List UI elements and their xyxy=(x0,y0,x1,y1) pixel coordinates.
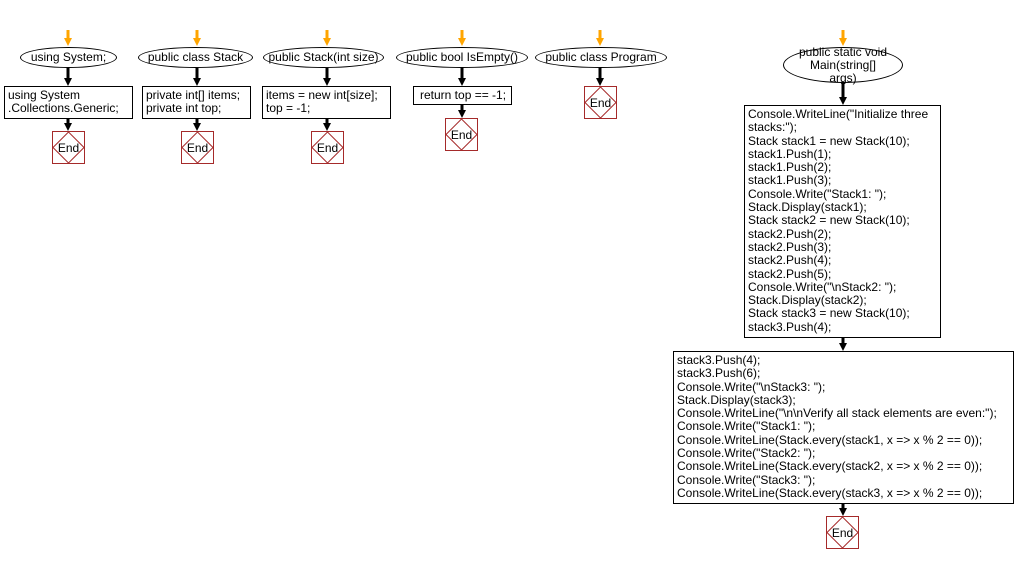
end-label: End xyxy=(186,141,209,155)
code-line: private int[] items; xyxy=(146,88,241,102)
start-arrow-icon xyxy=(64,30,72,46)
process-box-isempty: return top == -1; xyxy=(413,86,512,105)
end-node: End xyxy=(584,86,617,119)
start-arrow-icon xyxy=(458,30,466,46)
code-line: .Collections.Generic; xyxy=(8,101,119,116)
flow-arrow-icon xyxy=(323,118,331,131)
process-box-constructor: items = new int[size]; top = -1; xyxy=(262,86,391,119)
code-line: Stack stack1 = new Stack(10); xyxy=(748,133,910,148)
code-line: Console.Write("Stack3: "); xyxy=(677,472,816,487)
process-box-using: using System .Collections.Generic; xyxy=(4,86,133,119)
code-line: return top == -1; xyxy=(420,88,507,102)
flow-arrow-icon xyxy=(458,104,466,118)
flow-arrow-icon xyxy=(64,68,72,86)
process-box-main-1: Console.WriteLine("Initialize three stack… xyxy=(744,105,941,338)
flow-arrow-icon xyxy=(193,68,201,86)
process-box-main-2: stack3.Push(4); stack3.Push(6); Console.Wr… xyxy=(673,351,1014,504)
end-node: End xyxy=(445,118,478,151)
flow-arrow-icon xyxy=(596,68,604,86)
start-arrow-icon xyxy=(323,30,331,46)
code-line: Stack.Display(stack1); xyxy=(748,200,867,215)
code-line: stack2.Push(4); xyxy=(748,253,832,268)
start-node-constructor: public Stack(int size) xyxy=(263,47,384,68)
code-line: Console.Write("\nStack2: "); xyxy=(748,279,897,294)
code-line: Console.Write("Stack1: "); xyxy=(677,419,816,434)
end-label: End xyxy=(316,141,339,155)
start-node-main: public static void Main(string[] args) xyxy=(783,45,903,84)
code-line: stack1.Push(2); xyxy=(748,160,832,175)
end-label: End xyxy=(831,526,854,540)
code-line: Console.WriteLine(Stack.every(stack3, x … xyxy=(677,485,983,500)
code-line: stack1.Push(3); xyxy=(748,173,832,188)
code-line: stacks:"); xyxy=(748,120,797,135)
code-line: stack1.Push(1); xyxy=(748,146,832,161)
code-line: Stack.Display(stack3); xyxy=(677,392,796,407)
start-node-program: public class Program xyxy=(535,47,667,68)
start-arrow-icon xyxy=(193,30,201,46)
flow-arrow-icon xyxy=(839,337,847,351)
end-label: End xyxy=(450,128,473,142)
code-line: Console.WriteLine("\n\nVerify all stack … xyxy=(677,406,997,421)
end-node: End xyxy=(826,516,859,549)
flowchart: using System; using System .Collections.G… xyxy=(0,0,1014,564)
code-line: stack2.Push(2); xyxy=(748,226,832,241)
end-node: End xyxy=(311,131,344,164)
code-line: Console.WriteLine("Initialize three xyxy=(748,107,929,121)
code-line: stack3.Push(6); xyxy=(677,366,761,381)
code-line: top = -1; xyxy=(266,101,311,116)
code-line: Console.WriteLine(Stack.every(stack2, x … xyxy=(677,459,983,474)
end-node: End xyxy=(181,131,214,164)
process-box-fields: private int[] items; private int top; xyxy=(142,86,251,119)
code-line: Console.WriteLine(Stack.every(stack1, x … xyxy=(677,432,983,447)
code-line: private int top; xyxy=(146,101,222,116)
start-arrow-icon xyxy=(596,30,604,46)
end-node: End xyxy=(52,131,85,164)
end-label: End xyxy=(57,141,80,155)
code-line: using System xyxy=(8,88,81,102)
flow-arrow-icon xyxy=(64,118,72,131)
code-line: items = new int[size]; xyxy=(266,88,378,102)
start-arrow-icon xyxy=(839,30,847,46)
start-node-class-stack: public class Stack xyxy=(138,47,253,68)
code-line: Stack.Display(stack2); xyxy=(748,293,867,308)
code-line: stack3.Push(4); xyxy=(748,319,832,334)
start-node-using-system: using System; xyxy=(20,47,117,68)
code-line: Console.Write("\nStack3: "); xyxy=(677,379,826,394)
code-line: Console.Write("Stack1: "); xyxy=(748,186,887,201)
end-label: End xyxy=(589,96,612,110)
code-line: stack2.Push(5); xyxy=(748,266,832,281)
code-line: Stack stack3 = new Stack(10); xyxy=(748,306,910,321)
start-node-isempty: public bool IsEmpty() xyxy=(396,47,528,68)
code-line: Console.Write("Stack2: "); xyxy=(677,446,816,461)
flow-arrow-icon xyxy=(458,68,466,86)
code-line: stack2.Push(3); xyxy=(748,239,832,254)
code-line: stack3.Push(4); xyxy=(677,353,761,367)
flow-arrow-icon xyxy=(323,68,331,86)
flow-arrow-icon xyxy=(193,118,201,131)
code-line: Stack stack2 = new Stack(10); xyxy=(748,213,910,228)
flow-arrow-icon xyxy=(839,503,847,516)
flow-arrow-icon xyxy=(839,83,847,105)
